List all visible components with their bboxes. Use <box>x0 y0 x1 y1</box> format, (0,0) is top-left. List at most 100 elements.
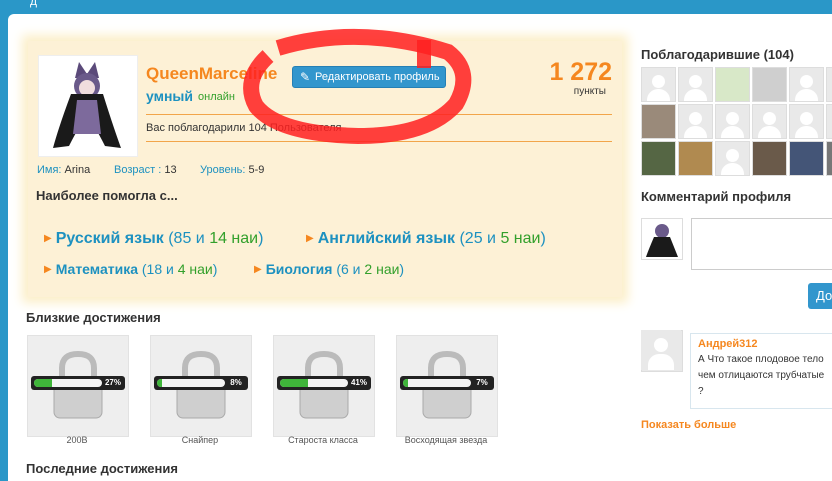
online-status: онлайн <box>198 91 235 103</box>
progress-fill <box>157 379 163 387</box>
header-text: д <box>30 0 38 8</box>
subject-close: ) <box>258 230 264 247</box>
subject-count: (85 и <box>168 230 205 247</box>
divider <box>146 114 612 115</box>
commenter-avatar[interactable] <box>641 330 683 372</box>
thanked-user-avatar[interactable] <box>641 67 676 102</box>
subject-item[interactable]: ▶ Математика (18 и 4 наи) <box>44 261 217 277</box>
subject-close: ) <box>212 261 218 277</box>
subject-best-count: 5 наи <box>500 230 541 247</box>
profile-username[interactable]: QueenMarceline <box>146 64 277 84</box>
subject-item[interactable]: ▶ Биология (6 и 2 наи) <box>254 261 404 277</box>
user-silhouette-icon <box>641 330 681 370</box>
top-navigation-bar: д <box>0 0 832 14</box>
thanked-user-avatar[interactable] <box>752 141 787 176</box>
thanked-user-avatar[interactable] <box>789 67 824 102</box>
points-label: пункты <box>573 86 606 97</box>
progress-fill <box>34 379 53 387</box>
edit-profile-label: Редактировать профиль <box>315 71 440 83</box>
subject-best-count: 2 наи <box>364 261 400 277</box>
thanked-count-text: Вас поблагодарили 104 Пользователя <box>146 122 342 134</box>
pencil-icon: ✎ <box>300 70 311 84</box>
achievement-label: Снайпер <box>181 435 219 445</box>
arrow-right-icon: ▶ <box>306 233 314 244</box>
progress-percent: 27% <box>104 378 121 387</box>
helped-most-title: Наиболее помогла с... <box>36 188 178 203</box>
thanked-user-avatar[interactable] <box>789 104 824 139</box>
subject-best-count: 14 наи <box>209 230 259 247</box>
thanked-user-avatar[interactable] <box>826 141 832 176</box>
thanked-user-avatar[interactable] <box>715 141 750 176</box>
thanked-by-title: Поблагодарившие (104) <box>641 47 794 62</box>
thanked-user-avatar[interactable] <box>678 67 713 102</box>
thanked-user-avatar[interactable] <box>752 104 787 139</box>
user-rank: умный <box>146 88 193 104</box>
comment-input[interactable] <box>691 218 832 270</box>
thanked-user-avatar[interactable] <box>826 104 832 139</box>
achievement-progress-bar: 41% <box>277 376 371 390</box>
subject-count: (18 и <box>141 261 174 277</box>
subject-name: Английский язык <box>317 230 456 247</box>
achievement-badge[interactable]: 7% <box>396 335 498 437</box>
level-value: 5-9 <box>248 164 265 176</box>
thanked-user-avatar[interactable] <box>641 104 676 139</box>
achievement-label: 200В <box>66 435 88 445</box>
name-info: Имя: Arina <box>37 164 90 176</box>
thanked-user-avatar[interactable] <box>678 141 713 176</box>
last-achievements-title: Последние достижения <box>26 461 178 476</box>
thanked-user-avatar[interactable] <box>826 67 832 102</box>
achievement-progress-bar: 27% <box>31 376 125 390</box>
subject-count: (6 и <box>336 261 361 277</box>
subject-count: (25 и <box>459 230 496 247</box>
subject-item[interactable]: ▶ Русский язык (85 и 14 наи) <box>44 230 263 248</box>
achievement-progress-bar: 8% <box>154 376 248 390</box>
user-silhouette-body <box>721 126 744 138</box>
thanked-user-avatar[interactable] <box>641 141 676 176</box>
user-silhouette-icon <box>800 112 813 125</box>
thanked-user-avatar[interactable] <box>678 104 713 139</box>
own-avatar <box>641 218 683 260</box>
thanked-user-avatar[interactable] <box>715 104 750 139</box>
comment-author[interactable]: Андрей312 <box>698 338 758 350</box>
progress-track <box>34 379 102 387</box>
subject-close: ) <box>540 230 546 247</box>
subject-name: Биология <box>265 261 333 277</box>
send-comment-button[interactable]: До <box>808 283 832 309</box>
user-silhouette-icon <box>652 75 665 88</box>
progress-track <box>157 379 225 387</box>
user-silhouette-icon <box>763 112 776 125</box>
arrow-right-icon: ▶ <box>44 233 52 244</box>
user-silhouette-body <box>758 126 781 138</box>
user-silhouette-icon <box>726 149 739 162</box>
age-value: 13 <box>164 164 177 176</box>
progress-percent: 7% <box>476 378 488 387</box>
subject-name: Русский язык <box>55 230 164 247</box>
show-more-link[interactable]: Показать больше <box>641 419 736 431</box>
thanked-user-avatar[interactable] <box>715 67 750 102</box>
user-silhouette-body <box>795 126 818 138</box>
avatar-drawing <box>53 62 121 148</box>
achievement-badge[interactable]: 8% <box>150 335 252 437</box>
achievement-badge[interactable]: 41% <box>273 335 375 437</box>
achievement-progress-bar: 7% <box>400 376 494 390</box>
profile-comment-title: Комментарий профиля <box>641 189 792 204</box>
name-label: Имя: <box>37 164 62 176</box>
avatar-drawing <box>646 224 678 257</box>
progress-track <box>280 379 348 387</box>
subject-item[interactable]: ▶ Английский язык (25 и 5 наи) <box>306 230 546 248</box>
thanked-user-avatar[interactable] <box>752 67 787 102</box>
thanked-user-avatar[interactable] <box>789 141 824 176</box>
comment-text-line: чем отлицаются трубчатые <box>698 370 825 381</box>
user-silhouette-body <box>795 89 818 101</box>
user-silhouette-icon <box>726 112 739 125</box>
achievement-badge[interactable]: 27% <box>27 335 129 437</box>
arrow-right-icon: ▶ <box>254 264 262 275</box>
edit-profile-button[interactable]: ✎ Редактировать профиль <box>292 66 446 88</box>
name-value: Arina <box>64 164 91 176</box>
near-achievements-title: Близкие достижения <box>26 310 161 325</box>
comment-text-line: А Что такое плодовое тело <box>698 354 824 365</box>
user-silhouette-body <box>647 89 670 101</box>
user-silhouette-body <box>721 163 744 175</box>
points-value: 1 272 <box>549 58 612 86</box>
profile-avatar[interactable] <box>38 55 138 157</box>
